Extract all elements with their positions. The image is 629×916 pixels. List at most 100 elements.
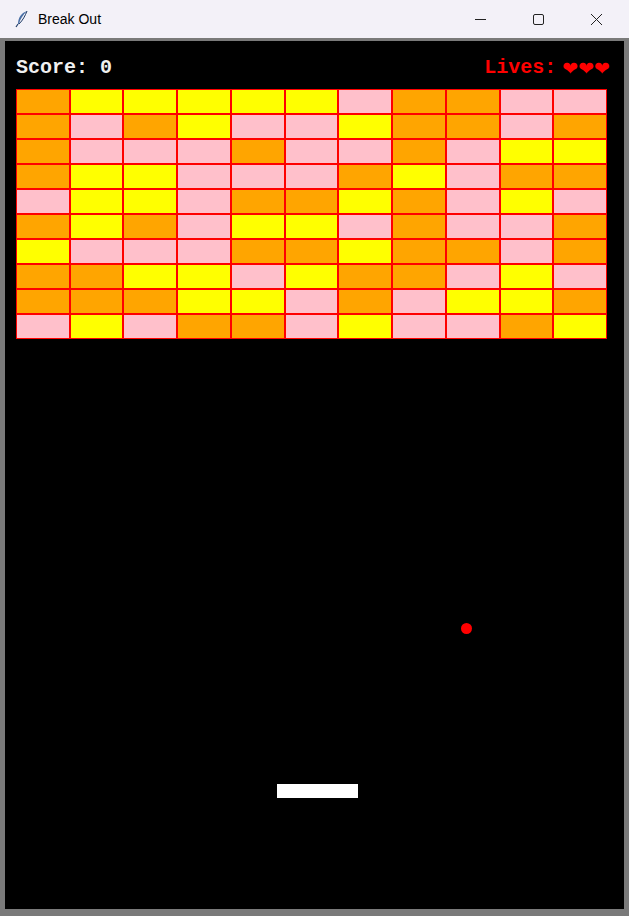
brick (500, 89, 554, 114)
brick (500, 114, 554, 139)
brick (123, 114, 177, 139)
brick (231, 89, 285, 114)
brick (446, 239, 500, 264)
brick (177, 139, 231, 164)
brick (553, 264, 607, 289)
brick (392, 164, 446, 189)
brick (123, 89, 177, 114)
brick-row (16, 89, 607, 114)
brick (231, 289, 285, 314)
brick (553, 139, 607, 164)
brick (177, 89, 231, 114)
brick (553, 289, 607, 314)
brick (70, 289, 124, 314)
paddle[interactable] (277, 784, 358, 798)
brick (500, 214, 554, 239)
brick (231, 139, 285, 164)
brick (123, 289, 177, 314)
brick (123, 139, 177, 164)
brick (338, 139, 392, 164)
brick (392, 214, 446, 239)
feather-icon (14, 10, 30, 28)
brick (446, 164, 500, 189)
brick (70, 114, 124, 139)
brick (285, 314, 339, 339)
brick (553, 189, 607, 214)
brick (70, 89, 124, 114)
lives-label: Lives: (484, 53, 556, 83)
brick (500, 189, 554, 214)
brick (231, 114, 285, 139)
brick (500, 164, 554, 189)
brick (70, 314, 124, 339)
brick (70, 214, 124, 239)
brick (16, 89, 70, 114)
maximize-button[interactable] (509, 0, 567, 38)
ball (461, 623, 472, 634)
minimize-button[interactable] (451, 0, 509, 38)
brick (231, 164, 285, 189)
brick (70, 239, 124, 264)
brick (285, 264, 339, 289)
brick (177, 239, 231, 264)
brick (285, 114, 339, 139)
game-canvas[interactable]: Score: 0Lives:❤❤❤ (5, 41, 624, 909)
brick (231, 314, 285, 339)
close-button[interactable] (567, 0, 625, 38)
window-title: Break Out (38, 9, 101, 30)
brick (285, 289, 339, 314)
brick (500, 139, 554, 164)
brick (446, 314, 500, 339)
brick (16, 139, 70, 164)
brick-row (16, 139, 607, 164)
brick (338, 164, 392, 189)
brick (285, 139, 339, 164)
brick (553, 214, 607, 239)
brick (392, 289, 446, 314)
brick (123, 189, 177, 214)
brick (553, 164, 607, 189)
brick (392, 89, 446, 114)
brick (338, 239, 392, 264)
brick (500, 264, 554, 289)
brick (177, 164, 231, 189)
brick (16, 164, 70, 189)
brick (392, 139, 446, 164)
brick (446, 214, 500, 239)
score-label: Score: 0 (16, 53, 112, 83)
brick (231, 189, 285, 214)
brick-row (16, 239, 607, 264)
hud: Score: 0Lives:❤❤❤ (5, 41, 624, 85)
brick (392, 239, 446, 264)
brick (70, 189, 124, 214)
brick (392, 114, 446, 139)
brick (285, 89, 339, 114)
brick (285, 214, 339, 239)
brick (16, 239, 70, 264)
brick (446, 289, 500, 314)
brick-row (16, 264, 607, 289)
brick (338, 214, 392, 239)
heart-icon: ❤ (594, 54, 610, 83)
minimize-icon (475, 14, 486, 25)
brick (553, 314, 607, 339)
brick (177, 314, 231, 339)
brick (231, 264, 285, 289)
brick (123, 239, 177, 264)
brick (231, 214, 285, 239)
brick-row (16, 189, 607, 214)
brick-row (16, 214, 607, 239)
brick (392, 189, 446, 214)
brick (285, 164, 339, 189)
brick (500, 289, 554, 314)
brick (338, 114, 392, 139)
brick (16, 314, 70, 339)
brick (446, 264, 500, 289)
brick (123, 314, 177, 339)
brick (177, 264, 231, 289)
brick-wall (16, 89, 607, 339)
brick (16, 214, 70, 239)
brick (177, 289, 231, 314)
brick (553, 239, 607, 264)
brick (338, 89, 392, 114)
